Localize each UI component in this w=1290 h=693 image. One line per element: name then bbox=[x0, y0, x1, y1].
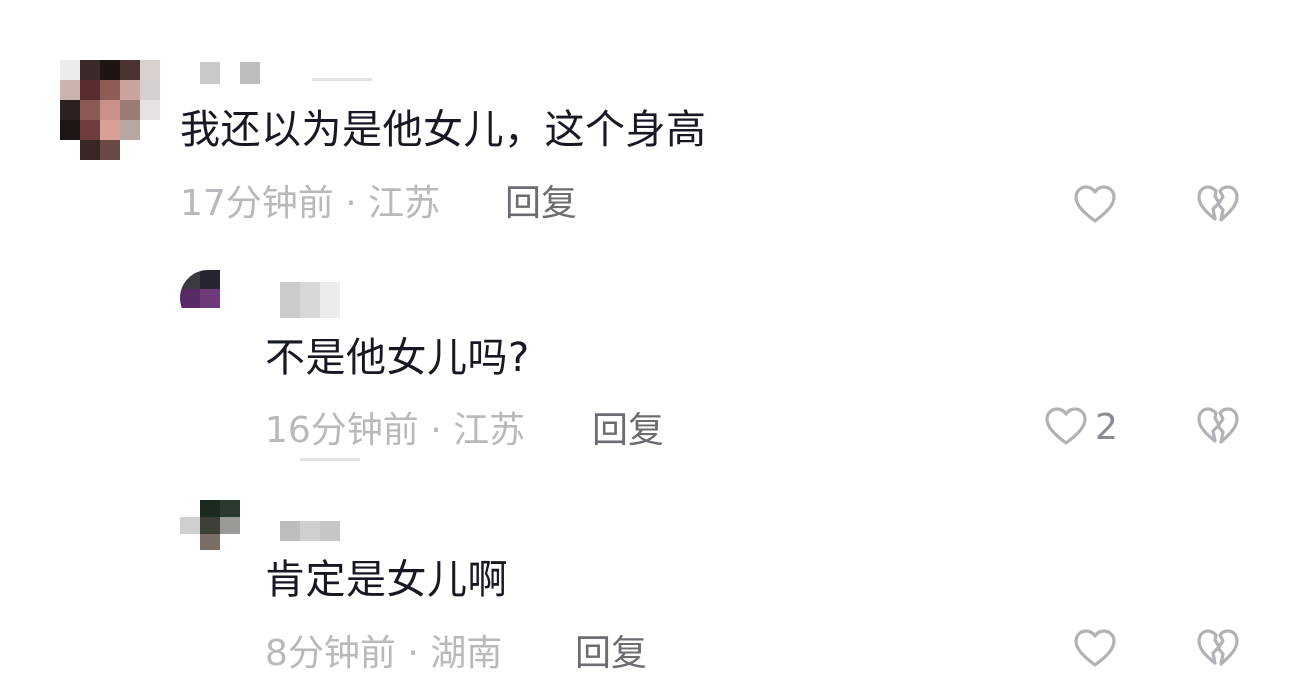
avatar-mosaic-tile bbox=[80, 140, 100, 160]
heart-outline-icon[interactable] bbox=[1073, 183, 1117, 227]
avatar-mosaic-tile bbox=[220, 534, 240, 550]
meta-separator: · bbox=[345, 183, 357, 224]
avatar-mosaic-tile bbox=[100, 100, 120, 120]
avatar-mosaic-tile bbox=[180, 289, 200, 308]
avatar-mosaic-tile bbox=[120, 140, 140, 160]
comment-time: 8分钟前 bbox=[265, 633, 396, 674]
avatar-mosaic-tile bbox=[60, 140, 80, 160]
comment-meta: 17分钟前 · 江苏 bbox=[180, 182, 440, 226]
avatar-mosaic-tile bbox=[140, 120, 160, 140]
heart-outline-icon[interactable] bbox=[1044, 405, 1088, 449]
commenter-avatar[interactable] bbox=[60, 60, 160, 160]
reply-username-blurred[interactable] bbox=[280, 282, 340, 318]
avatar-mosaic-tile bbox=[180, 534, 200, 550]
comment-location: 江苏 bbox=[368, 183, 441, 224]
reply-avatar[interactable] bbox=[180, 500, 240, 550]
comment-text: 不是他女儿吗? bbox=[265, 335, 530, 381]
avatar-mosaic-tile bbox=[120, 60, 140, 80]
avatar-mosaic-tile bbox=[220, 308, 240, 326]
comment-time: 16分钟前 bbox=[265, 410, 419, 451]
avatar-mosaic-tile bbox=[180, 500, 200, 517]
commenter-username-blurred[interactable] bbox=[200, 62, 260, 84]
avatar-mosaic-tile bbox=[120, 100, 140, 120]
avatar-mosaic-tile bbox=[120, 120, 140, 140]
comment-text: 我还以为是他女儿，这个身高 bbox=[180, 107, 707, 153]
like-count: 2 bbox=[1095, 407, 1118, 448]
reply-button[interactable]: 回复 bbox=[505, 182, 577, 226]
reply-button[interactable]: 回复 bbox=[575, 632, 647, 676]
avatar-mosaic-tile bbox=[140, 80, 160, 100]
username-blur-trace bbox=[312, 78, 372, 81]
broken-heart-icon[interactable] bbox=[1196, 627, 1240, 671]
comment-text: 肯定是女儿啊 bbox=[265, 557, 508, 603]
avatar-mosaic-tile bbox=[100, 80, 120, 100]
avatar-mosaic-tile bbox=[60, 120, 80, 140]
avatar-mosaic-tile bbox=[120, 80, 140, 100]
comment-meta: 8分钟前 · 湖南 bbox=[265, 632, 502, 676]
reply-avatar[interactable] bbox=[180, 270, 240, 326]
reply-username-blurred[interactable] bbox=[280, 521, 340, 541]
avatar-mosaic-tile bbox=[180, 270, 200, 289]
avatar-mosaic-tile bbox=[140, 60, 160, 80]
meta-separator: · bbox=[430, 410, 442, 451]
avatar-mosaic-tile bbox=[100, 140, 120, 160]
avatar-mosaic-tile bbox=[140, 100, 160, 120]
avatar-mosaic-tile bbox=[200, 517, 220, 534]
comment-location: 湖南 bbox=[430, 633, 503, 674]
username-blur-trace bbox=[300, 458, 360, 461]
broken-heart-icon[interactable] bbox=[1196, 405, 1240, 449]
avatar-mosaic-tile bbox=[100, 60, 120, 80]
avatar-mosaic-tile bbox=[60, 80, 80, 100]
avatar-mosaic-tile bbox=[200, 270, 220, 289]
comment-location: 江苏 bbox=[453, 410, 526, 451]
avatar-mosaic-tile bbox=[200, 308, 220, 326]
avatar-mosaic-tile bbox=[220, 289, 240, 308]
avatar-mosaic-tile bbox=[220, 517, 240, 534]
avatar-mosaic-tile bbox=[200, 500, 220, 517]
avatar-mosaic-tile bbox=[140, 140, 160, 160]
avatar-mosaic-tile bbox=[60, 100, 80, 120]
avatar-mosaic-tile bbox=[200, 289, 220, 308]
avatar-mosaic-tile bbox=[80, 80, 100, 100]
avatar-mosaic-tile bbox=[60, 60, 80, 80]
avatar-mosaic-tile bbox=[180, 308, 200, 326]
reply-button[interactable]: 回复 bbox=[592, 409, 664, 453]
avatar-mosaic-tile bbox=[220, 270, 240, 289]
comment-meta: 16分钟前 · 江苏 bbox=[265, 409, 525, 453]
meta-separator: · bbox=[407, 633, 419, 674]
avatar-mosaic-tile bbox=[100, 120, 120, 140]
avatar-mosaic-tile bbox=[80, 100, 100, 120]
heart-outline-icon[interactable] bbox=[1073, 627, 1117, 671]
broken-heart-icon[interactable] bbox=[1196, 183, 1240, 227]
avatar-mosaic-tile bbox=[180, 517, 200, 534]
avatar-mosaic-tile bbox=[220, 500, 240, 517]
avatar-mosaic-tile bbox=[200, 534, 220, 550]
avatar-mosaic-tile bbox=[80, 120, 100, 140]
comment-time: 17分钟前 bbox=[180, 183, 334, 224]
avatar-mosaic-tile bbox=[80, 60, 100, 80]
